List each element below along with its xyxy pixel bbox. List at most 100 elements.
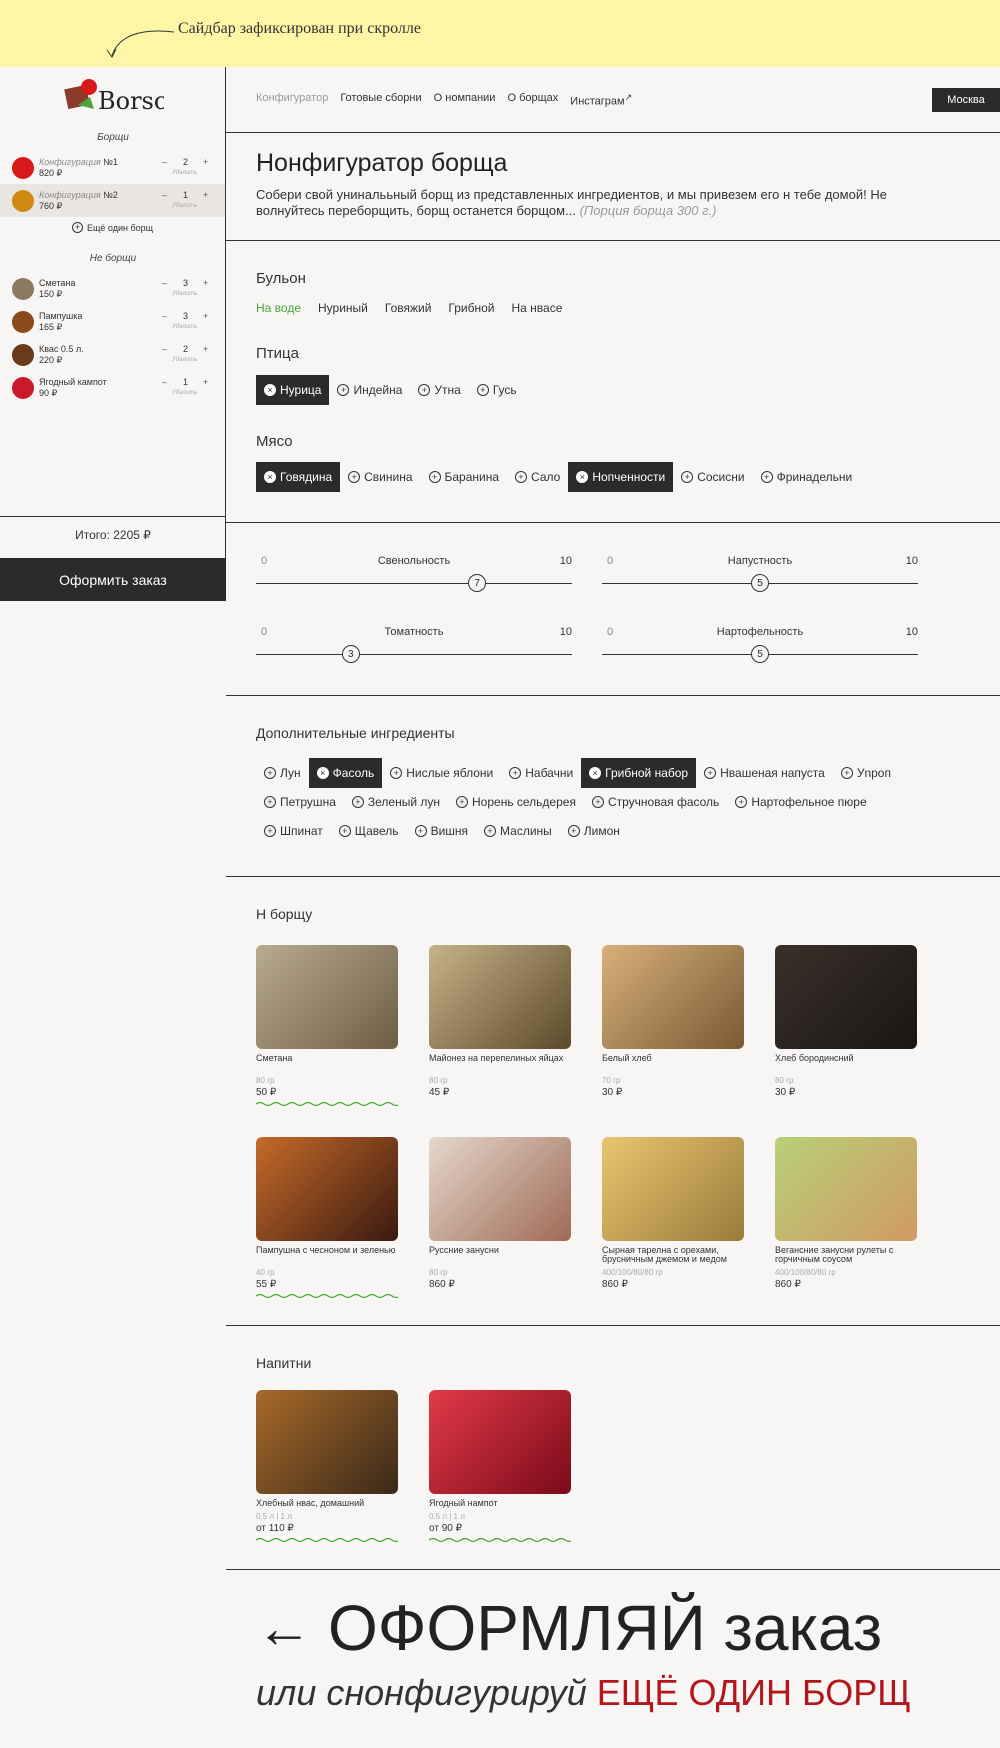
product-card[interactable]: Вегансние занусни рулеты с горчичным соу… [775, 1137, 917, 1290]
product-weight: 40 гр [256, 1268, 275, 1277]
decrease-button[interactable]: – [162, 377, 167, 387]
product-card[interactable]: Хлеб бородинсний 80 гр 30 ₽ [775, 945, 917, 1098]
cart-item-other[interactable]: Ягодный кампот 90 ₽ – 1 + Удалить [0, 371, 225, 404]
slider-potato[interactable]: 0 Нартофельность 10 5 [602, 626, 918, 686]
decrease-button[interactable]: – [162, 278, 167, 288]
poultry-option[interactable]: + Индейна [329, 375, 410, 405]
broth-option[interactable]: На воде [256, 301, 301, 315]
increase-button[interactable]: + [203, 377, 208, 387]
selected-wave-icon [256, 1101, 398, 1107]
meat-option[interactable]: + Свинина [340, 462, 420, 492]
broth-option[interactable]: На нвасе [512, 301, 563, 315]
product-image [775, 1137, 917, 1241]
remove-link[interactable]: Удалить [172, 203, 197, 209]
nav-configurator[interactable]: Конфигуратор [256, 92, 328, 108]
slider-beet[interactable]: 0 Свенольность 10 7 [256, 555, 572, 615]
checkout-button[interactable]: Оформить заказ [0, 558, 226, 601]
extra-option[interactable]: + Лимон [560, 816, 628, 846]
extra-option[interactable]: + Шпинат [256, 816, 331, 846]
meat-option[interactable]: × Нопченности [568, 462, 674, 492]
broth-option[interactable]: Говяжий [385, 301, 432, 315]
drinks-title: Напитни [256, 1355, 312, 1371]
drink-card[interactable]: Хлебный нвас, домашний 0.5 л | 1 л от 11… [256, 1390, 398, 1543]
cart-item-other[interactable]: Квас 0.5 л. 220 ₽ – 2 + Удалить [0, 338, 225, 371]
add-borsch-button[interactable]: + Ещё один борщ [72, 222, 153, 233]
extra-option[interactable]: + Петрушна [256, 787, 344, 817]
extra-option[interactable]: + Нвашеная напуста [696, 758, 833, 788]
cart-item-borsch-1[interactable]: Конфигурация №1 820 ₽ – 2 + Удалить [0, 151, 225, 184]
increase-button[interactable]: + [203, 190, 208, 200]
configure-cta[interactable]: или снонфигурируй ЕЩЁ ОДИН БОРЩ [256, 1672, 911, 1714]
cart-item-other[interactable]: Пампушка 165 ₽ – 3 + Удалить [0, 305, 225, 338]
slider-handle[interactable]: 7 [468, 574, 487, 592]
extra-option[interactable]: + Зеленый лун [344, 787, 448, 817]
drink-card[interactable]: Ягодный нампот 0.5 л | 1 л от 90 ₽ [429, 1390, 571, 1543]
slider-track[interactable] [256, 583, 572, 584]
product-name: Майонез на перепелиных яйцах [429, 1053, 564, 1063]
decrease-button[interactable]: – [162, 157, 167, 167]
extra-option[interactable]: × Фасоль [308, 758, 383, 788]
increase-button[interactable]: + [203, 278, 208, 288]
extra-option[interactable]: + Стручновая фасоль [584, 787, 727, 817]
remove-link[interactable]: Удалить [172, 291, 197, 297]
configure-cta-red: ЕЩЁ ОДИН БОРЩ [596, 1672, 911, 1713]
increase-button[interactable]: + [203, 344, 208, 354]
extra-option[interactable]: + Набачни [501, 758, 581, 788]
slider-track[interactable] [256, 654, 572, 655]
slider-handle[interactable]: 5 [751, 574, 769, 592]
meat-option[interactable]: + Баранина [421, 462, 508, 492]
product-card[interactable]: Белый хлеб 70 гр 30 ₽ [602, 945, 744, 1098]
decrease-button[interactable]: – [162, 344, 167, 354]
product-card[interactable]: Сырная тарелна с орехами, брусничным дже… [602, 1137, 744, 1290]
meat-option[interactable]: + Фринадельни [753, 462, 861, 492]
increase-button[interactable]: + [203, 157, 208, 167]
product-card[interactable]: Майонез на перепелиных яйцах 80 гр 45 ₽ [429, 945, 571, 1098]
nav-about[interactable]: О номпании [434, 92, 496, 108]
extra-option[interactable]: + Уnроп [833, 758, 899, 788]
extra-option[interactable]: + Лун [256, 758, 309, 788]
broth-option[interactable]: Грибной [448, 301, 494, 315]
poultry-option[interactable]: × Нурица [256, 375, 330, 405]
extra-option[interactable]: × Грибной набор [581, 758, 697, 788]
cart-item-name: Сметана [39, 278, 76, 288]
product-card[interactable]: Руссние занусни 80 гр 860 ₽ [429, 1137, 571, 1290]
extra-option[interactable]: + Нислые яблони [382, 758, 501, 788]
meat-option[interactable]: + Сало [507, 462, 568, 492]
nav-instagram[interactable]: Инстаграм↗ [570, 92, 632, 108]
decrease-button[interactable]: – [162, 311, 167, 321]
product-name: Белый хлеб [602, 1053, 652, 1063]
drink-price: от 90 ₽ [429, 1523, 462, 1534]
remove-link[interactable]: Удалить [172, 390, 197, 396]
logo[interactable]: Borsch [64, 75, 183, 121]
extra-option[interactable]: + Нартофельное пюре [727, 787, 874, 817]
slider-handle[interactable]: 5 [751, 645, 769, 663]
product-card[interactable]: Пампушна с чесноном и зеленью 40 гр 55 ₽ [256, 1137, 398, 1299]
extra-option[interactable]: + Щавель [331, 816, 407, 846]
decrease-button[interactable]: – [162, 190, 167, 200]
poultry-option[interactable]: + Утна [410, 375, 468, 405]
slider-handle[interactable]: 3 [341, 645, 360, 663]
broth-option[interactable]: Нуриный [318, 301, 368, 315]
extra-option[interactable]: + Вишня [407, 816, 476, 846]
meat-options: × Говядина + Свинина + Баранина + Сало × Нопч… [256, 462, 860, 492]
meat-option[interactable]: + Сосисни [673, 462, 752, 492]
order-cta[interactable]: ← ОФОРМЛЯЙ заказ [256, 1596, 882, 1660]
remove-link[interactable]: Удалить [172, 170, 197, 176]
remove-link[interactable]: Удалить [172, 357, 197, 363]
poultry-title: Птица [256, 345, 299, 362]
increase-button[interactable]: + [203, 311, 208, 321]
city-selector[interactable]: Москва [932, 88, 1000, 112]
cart-item-other[interactable]: Сметана 150 ₽ – 3 + Удалить [0, 272, 225, 305]
nav-ready-sets[interactable]: Готовые сборни [340, 92, 421, 108]
extra-option[interactable]: + Маслины [476, 816, 560, 846]
nav-about-borsch[interactable]: О борщах [507, 92, 558, 108]
cart-item-price: 820 ₽ [39, 168, 63, 178]
meat-option[interactable]: × Говядина [256, 462, 341, 492]
cart-item-borsch-2[interactable]: Конфигурация №2 760 ₽ – 1 + Удалить [0, 184, 225, 217]
poultry-option[interactable]: + Гусь [469, 375, 525, 405]
slider-cabbage[interactable]: 0 Напустность 10 5 [602, 555, 918, 615]
extra-option[interactable]: + Норень сельдерея [448, 787, 584, 817]
remove-link[interactable]: Удалить [172, 324, 197, 330]
product-card[interactable]: Сметана 80 гр 50 ₽ [256, 945, 398, 1107]
slider-tomato[interactable]: 0 Томатность 10 3 [256, 626, 572, 686]
